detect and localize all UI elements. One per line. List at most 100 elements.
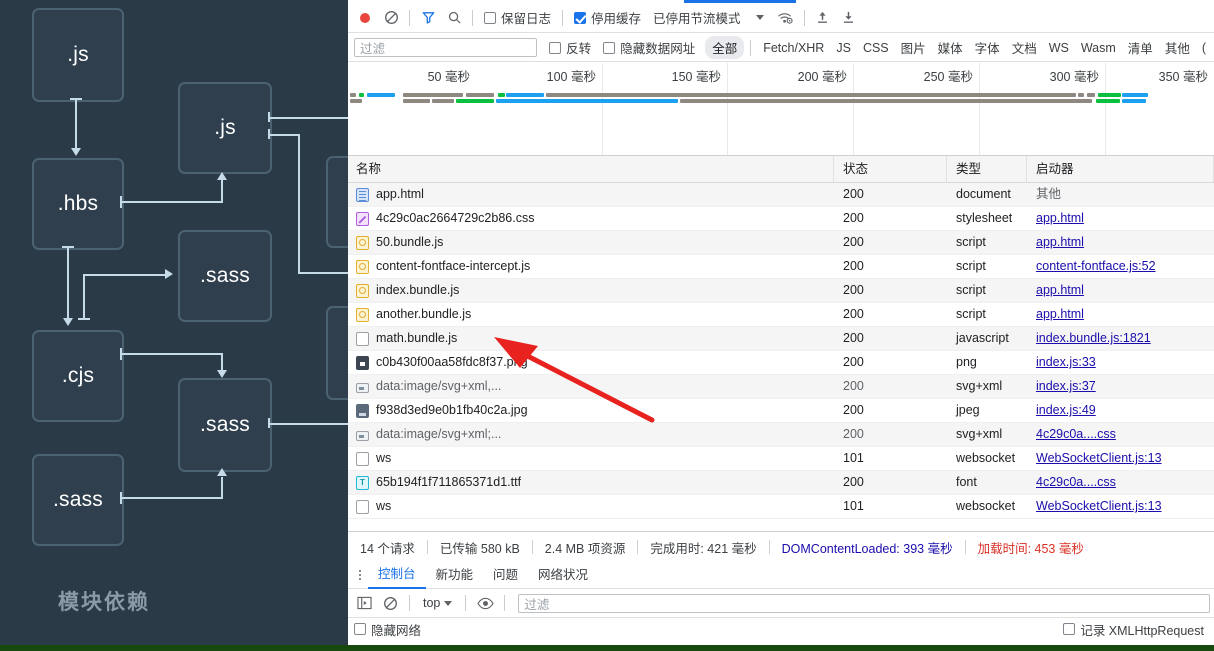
more-options-icon[interactable]: [352, 570, 368, 580]
type-filter-js[interactable]: JS: [830, 41, 857, 55]
request-initiator[interactable]: WebSocketClient.js:13: [1036, 451, 1162, 465]
column-header-name[interactable]: 名称: [348, 156, 834, 182]
graph-edge: [75, 98, 77, 148]
type-filter-font[interactable]: 字体: [969, 38, 1006, 57]
graph-edge: [221, 477, 223, 498]
type-filter-media[interactable]: 媒体: [932, 38, 969, 57]
svg-image-icon: [356, 430, 369, 441]
console-context-selector[interactable]: top: [417, 596, 458, 610]
type-filter-fetch-xhr[interactable]: Fetch/XHR: [757, 41, 830, 55]
search-icon[interactable]: [441, 5, 467, 31]
table-row[interactable]: content-fontface-intercept.js 200 script…: [348, 255, 1214, 279]
log-xhr-checkbox[interactable]: 记录 XMLHttpRequest: [1063, 620, 1204, 639]
filter-input[interactable]: 过滤: [354, 38, 538, 57]
column-header-status[interactable]: 状态: [834, 156, 947, 182]
table-row[interactable]: T 65b194f1f711865371d1.ttf 200 font 4c29c…: [348, 471, 1214, 495]
request-name: app.html: [376, 187, 424, 201]
live-expression-icon[interactable]: [473, 592, 497, 614]
drawer-tab-whats-new[interactable]: 新功能: [426, 563, 484, 588]
table-row[interactable]: ws 101 websocket WebSocketClient.js:13: [348, 447, 1214, 471]
graph-edge: [268, 134, 300, 136]
table-row[interactable]: another.bundle.js 200 script app.html: [348, 303, 1214, 327]
drawer-tab-issues[interactable]: 问题: [483, 563, 528, 588]
hide-data-urls-checkbox[interactable]: 隐藏数据网址: [603, 38, 695, 57]
throttling-label[interactable]: 已停用节流模式: [647, 8, 747, 27]
request-initiator[interactable]: app.html: [1036, 307, 1084, 321]
disable-cache-checkbox[interactable]: 停用缓存: [568, 8, 647, 27]
table-row[interactable]: data:image/svg+xml;... 200 svg+xml 4c29c…: [348, 423, 1214, 447]
column-header-type[interactable]: 类型: [947, 156, 1027, 182]
graph-edge: [67, 246, 69, 318]
table-row[interactable]: data:image/svg+xml,... 200 svg+xml index…: [348, 375, 1214, 399]
column-header-initiator[interactable]: 启动器: [1027, 156, 1214, 182]
graph-node[interactable]: .js: [32, 8, 124, 102]
request-initiator[interactable]: WebSocketClient.js:13: [1036, 499, 1162, 513]
graph-node[interactable]: .cjs: [32, 330, 124, 422]
clear-icon[interactable]: [378, 5, 404, 31]
summary-finish: 完成用时: 421 毫秒: [650, 541, 757, 556]
type-filter-ws[interactable]: WS: [1043, 41, 1075, 55]
graph-node[interactable]: [326, 306, 348, 400]
table-row[interactable]: 4c29c0ac2664729c2b86.css 200 stylesheet …: [348, 207, 1214, 231]
request-initiator[interactable]: app.html: [1036, 235, 1084, 249]
table-row[interactable]: c0b430f00aa58fdc8f37.png 200 png index.j…: [348, 351, 1214, 375]
table-row[interactable]: 50.bundle.js 200 script app.html: [348, 231, 1214, 255]
overview-band: [456, 99, 494, 103]
request-name: 4c29c0ac2664729c2b86.css: [376, 211, 535, 225]
console-sidebar-icon[interactable]: [352, 592, 376, 614]
hide-data-urls-label: 隐藏数据网址: [620, 42, 696, 56]
request-initiator[interactable]: index.bundle.js:1821: [1036, 331, 1151, 345]
export-har-icon[interactable]: [836, 5, 862, 31]
chevron-down-icon[interactable]: [747, 5, 773, 31]
type-filter-wasm[interactable]: Wasm: [1075, 41, 1122, 55]
preserve-log-checkbox[interactable]: 保留日志: [478, 8, 557, 27]
request-initiator[interactable]: 4c29c0a....css: [1036, 427, 1116, 441]
type-filter-css[interactable]: CSS: [857, 41, 895, 55]
type-filter-img[interactable]: 图片: [895, 38, 932, 57]
console-filter-input[interactable]: 过滤: [518, 593, 1210, 613]
clear-console-icon[interactable]: [378, 592, 402, 614]
import-har-icon[interactable]: [810, 5, 836, 31]
request-name: ws: [376, 499, 392, 513]
table-row[interactable]: f938d3ed9e0b1fb40c2a.jpg 200 jpeg index.…: [348, 399, 1214, 423]
request-type: script: [956, 235, 986, 249]
type-filter-overflow[interactable]: (: [1196, 41, 1212, 55]
graph-node[interactable]: .sass: [32, 454, 124, 546]
svg-image-icon: [356, 382, 369, 393]
request-initiator[interactable]: 4c29c0a....css: [1036, 475, 1116, 489]
hide-network-checkbox[interactable]: 隐藏网络: [354, 620, 421, 639]
requests-table: 名称 状态 类型 启动器 app.html 200 document 其他 4c…: [348, 156, 1214, 530]
table-row[interactable]: ws 101 websocket WebSocketClient.js:13: [348, 495, 1214, 519]
network-overview[interactable]: 50 毫秒 100 毫秒 150 毫秒 200 毫秒 250 毫秒 300 毫秒…: [348, 63, 1214, 156]
request-type: websocket: [956, 451, 1016, 465]
drawer-tab-network-conditions[interactable]: 网络状况: [528, 563, 598, 588]
request-initiator[interactable]: index.js:37: [1036, 379, 1096, 393]
request-initiator[interactable]: content-fontface.js:52: [1036, 259, 1156, 273]
graph-node[interactable]: [326, 156, 348, 248]
request-initiator[interactable]: app.html: [1036, 211, 1084, 225]
table-row[interactable]: app.html 200 document 其他: [348, 183, 1214, 207]
graph-node-label: .sass: [199, 413, 250, 436]
request-initiator[interactable]: app.html: [1036, 283, 1084, 297]
graph-node[interactable]: .hbs: [32, 158, 124, 250]
graph-node[interactable]: .js: [178, 82, 272, 174]
table-row[interactable]: math.bundle.js 200 javascript index.bund…: [348, 327, 1214, 351]
request-initiator[interactable]: index.js:49: [1036, 403, 1096, 417]
graph-node[interactable]: .sass: [178, 230, 272, 322]
drawer-tab-console[interactable]: 控制台: [368, 562, 426, 589]
type-filter-manifest[interactable]: 清单: [1122, 38, 1159, 57]
type-filter-other[interactable]: 其他: [1159, 38, 1196, 57]
table-row[interactable]: index.bundle.js 200 script app.html: [348, 279, 1214, 303]
type-filter-all[interactable]: 全部: [705, 36, 745, 59]
edge-arrow: [217, 172, 227, 180]
type-filter-doc[interactable]: 文档: [1006, 38, 1043, 57]
filter-icon[interactable]: [415, 5, 441, 31]
invert-checkbox[interactable]: 反转: [549, 38, 591, 57]
graph-node[interactable]: .sass: [178, 378, 272, 472]
request-initiator[interactable]: index.js:33: [1036, 355, 1096, 369]
request-status: 200: [843, 355, 864, 369]
record-icon[interactable]: [352, 5, 378, 31]
drawer-tab-strip: 控制台 新功能 问题 网络状况: [348, 562, 1214, 589]
network-conditions-icon[interactable]: [773, 5, 799, 31]
overview-gridline: [1105, 63, 1106, 155]
